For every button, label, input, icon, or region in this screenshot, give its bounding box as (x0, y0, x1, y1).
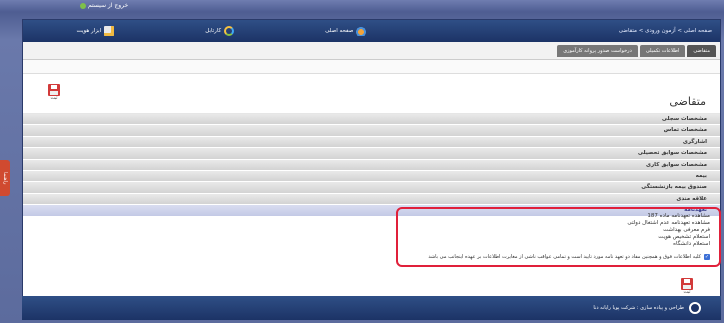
exit-icon (80, 2, 86, 9)
update-button[interactable]: ثبت (45, 84, 63, 101)
home-link-label: صفحه اصلی (325, 28, 354, 34)
footer: طراحی و پیاده سازی : شرکت پویا رایانه دن… (22, 296, 721, 320)
exit-label: خروج از سیستم (88, 2, 129, 9)
cartable-link[interactable]: کارتابل (205, 26, 235, 36)
cartable-link-label: کارتابل (205, 28, 222, 34)
section-list: مشخصات سجلی مشخصات تماس اشارگری مشخصات س… (23, 114, 720, 217)
page-title: متقاضی (669, 95, 706, 108)
agreement-checkbox[interactable]: ✓ (704, 254, 710, 260)
tools-icon (104, 26, 115, 36)
tab-additional-info[interactable]: اطلاعات تکمیلی (639, 45, 686, 57)
main-frame: صفحه اصلی > آزمون ورودی > متقاضی صفحه اص… (22, 19, 721, 319)
sub-toolbar (23, 60, 720, 74)
section-civil-info[interactable]: مشخصات سجلی (23, 114, 720, 126)
tools-link[interactable]: ابزار هویت (77, 26, 115, 36)
home-icon (356, 26, 367, 36)
footer-text: طراحی و پیاده سازی : شرکت پویا رایانه دن… (593, 305, 684, 311)
commitment-link-university-inquiry[interactable]: استعلام دانشگاه (627, 241, 710, 248)
home-link[interactable]: صفحه اصلی (325, 26, 367, 36)
commitment-list: مشاهده تعهدنامه ماده 187 مشاهده تعهدنامه… (627, 213, 710, 248)
tab-applicant[interactable]: متقاضی (687, 45, 716, 57)
agreement-text: کلیه اطلاعات فوق و همچنین مفاد دو تعهد ن… (428, 254, 701, 260)
agreement-row: ✓ کلیه اطلاعات فوق و همچنین مفاد دو تعهد… (428, 254, 710, 260)
tools-link-label: ابزار هویت (76, 28, 102, 34)
breadcrumb[interactable]: صفحه اصلی > آزمون ورودی > متقاضی (412, 28, 712, 34)
tab-bar: متقاضی اطلاعات تکمیلی درخواست صدور پروان… (23, 42, 720, 60)
exit-link[interactable]: خروج از سیستم (80, 2, 128, 9)
commitment-link-identity-inquiry[interactable]: استعلام تشخیص هویت (627, 234, 710, 241)
section-contact-info[interactable]: مشخصات تماس (23, 125, 720, 137)
commitment-link-health-form[interactable]: فرم معرفی بهداشت (627, 227, 710, 234)
section-work-history[interactable]: مشخصات سوابق کاری (23, 159, 720, 171)
header-links: صفحه اصلی کارتابل ابزار هویت (31, 26, 412, 36)
section-referral[interactable]: اشارگری (23, 136, 720, 149)
section-interests[interactable]: علاقه مندی (23, 193, 720, 206)
update-button-label: ثبت (50, 96, 58, 101)
commitment-link-article-187[interactable]: مشاهده تعهدنامه ماده 187 (627, 213, 710, 220)
title-area: ثبت متقاضی (23, 74, 720, 114)
section-insurance[interactable]: بیمه (23, 170, 720, 183)
update-button-bottom-label: ثبت (683, 290, 691, 295)
update-button-bottom[interactable]: ثبت (681, 278, 693, 295)
tab-license-request[interactable]: درخواست صدور پروانه کارآموزی (557, 45, 638, 57)
section-pension-fund[interactable]: صندوق بیمه بازنشستگی (23, 182, 720, 194)
section-education[interactable]: مشخصات سوابق تحصیلی (23, 148, 720, 160)
save-icon (48, 84, 60, 96)
commitment-link-no-gov-employment[interactable]: مشاهده تعهدنامه عدم اشتغال دولتی (627, 220, 710, 227)
save-icon (681, 278, 693, 290)
top-header: صفحه اصلی > آزمون ورودی > متقاضی صفحه اص… (23, 20, 720, 42)
cartable-icon (224, 26, 235, 36)
company-logo-icon (689, 302, 701, 314)
side-help-tab[interactable]: راهنما (0, 160, 10, 196)
